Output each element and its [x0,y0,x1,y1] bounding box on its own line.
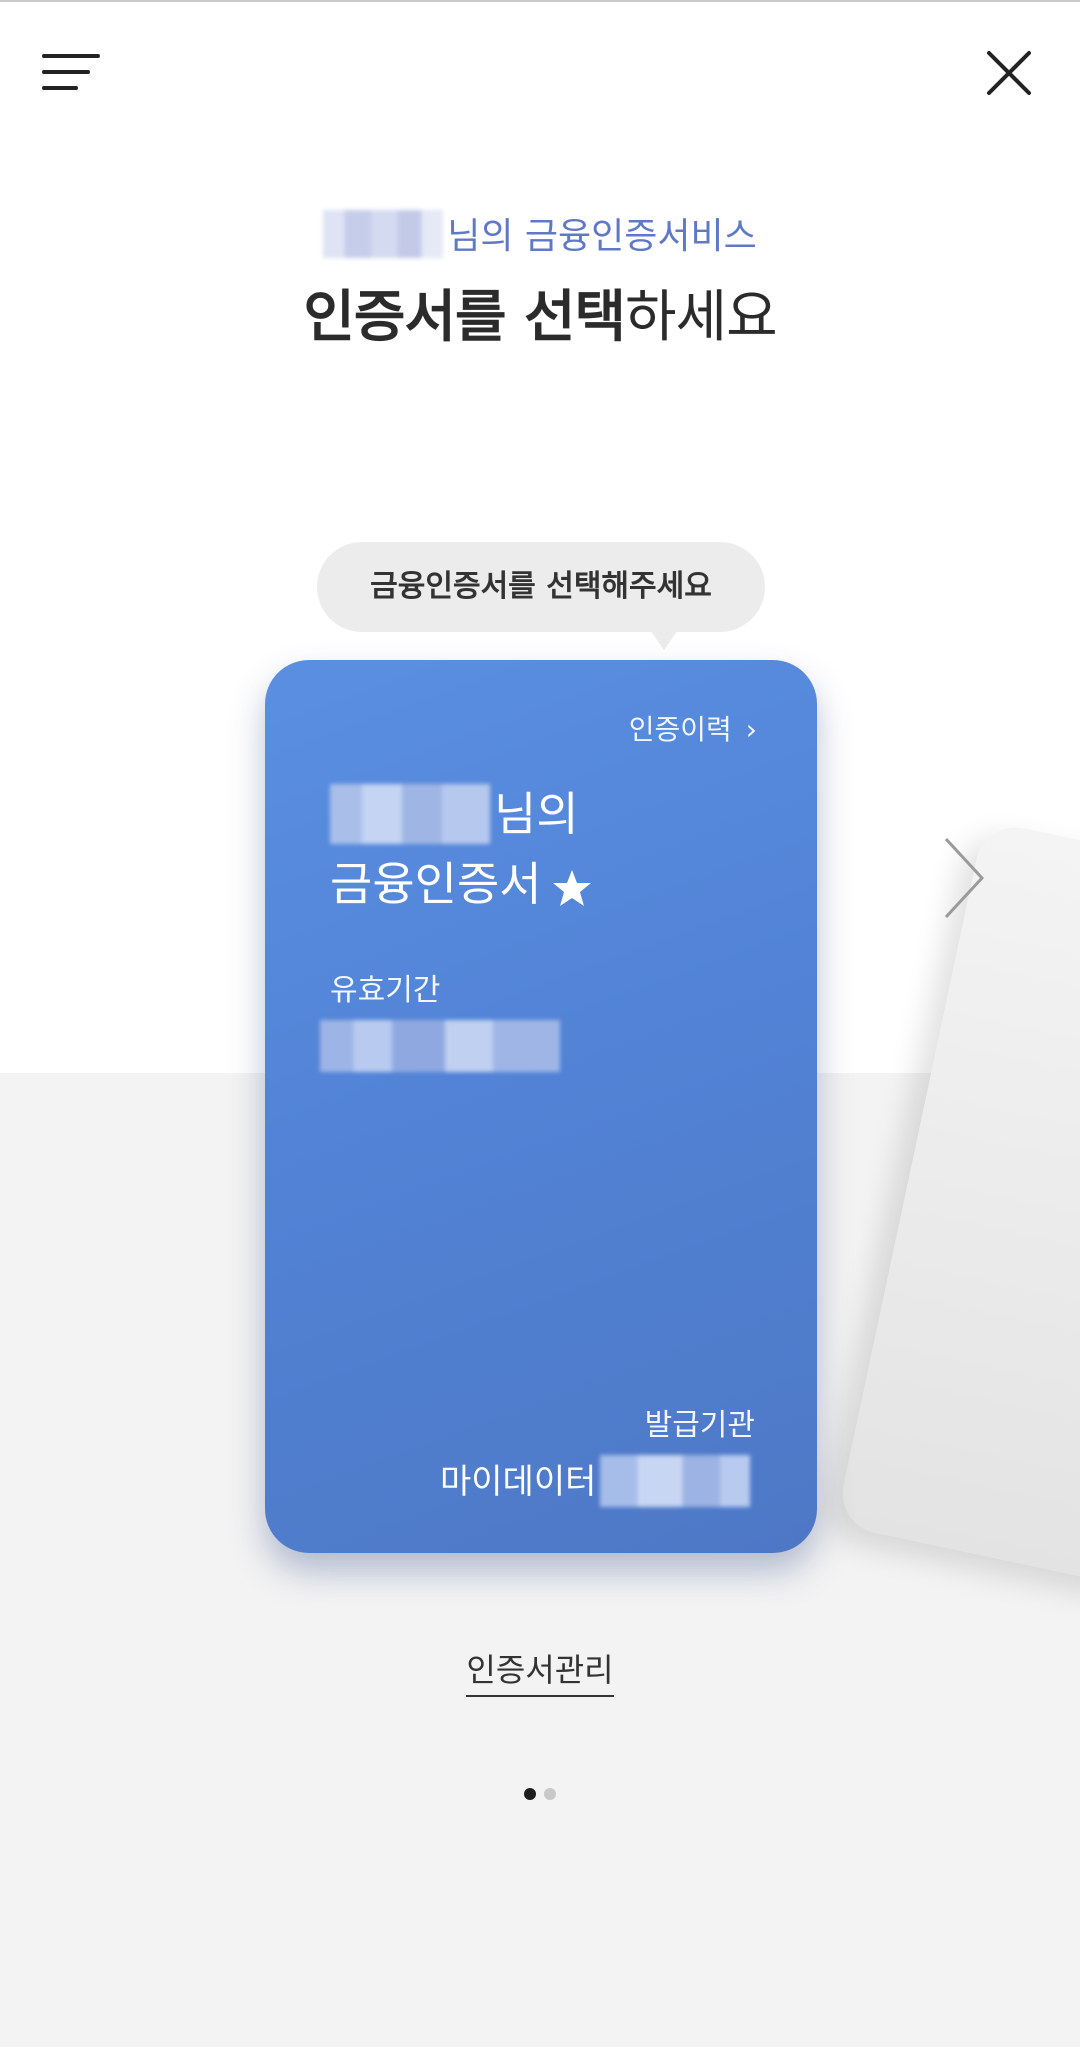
masked-card-name [330,784,490,844]
star-icon [552,860,592,924]
pagination-dot-active[interactable] [524,1788,536,1800]
close-button[interactable] [984,48,1034,98]
chevron-right-icon: › [745,713,757,746]
select-hint-tooltip: 금융인증서를 선택해주세요 [317,542,765,632]
chevron-right-icon [944,837,985,919]
masked-user-name [323,210,444,258]
masked-issuer-name [600,1455,751,1507]
certificate-card[interactable]: 인증이력 › 님의 금융인증서 유효기간 발급기관 마이데이터 [265,660,817,1553]
tooltip-tail [650,630,678,650]
next-card-button[interactable] [940,835,988,921]
close-icon [987,51,1031,95]
card-title: 금융인증서 [330,852,592,924]
greeting-text: 님의 금융인증서비스 [0,210,1080,262]
menu-lines-icon [42,54,100,90]
pagination-dots [0,1788,1080,1800]
masked-validity-value [320,1020,560,1072]
pagination-dot[interactable] [544,1788,556,1800]
auth-history-link[interactable]: 인증이력 › [629,708,757,748]
status-divider [0,0,1080,2]
manage-certificates-link[interactable]: 인증서관리 [0,1645,1080,1697]
page-title: 인증서를 선택하세요 [303,285,777,350]
card-owner-name: 님의 [330,782,579,846]
validity-label: 유효기간 [330,973,441,1008]
issuer-value: 마이데이터 [440,1455,751,1507]
menu-button[interactable] [40,50,102,94]
issuer-label: 발급기관 [644,1408,755,1443]
